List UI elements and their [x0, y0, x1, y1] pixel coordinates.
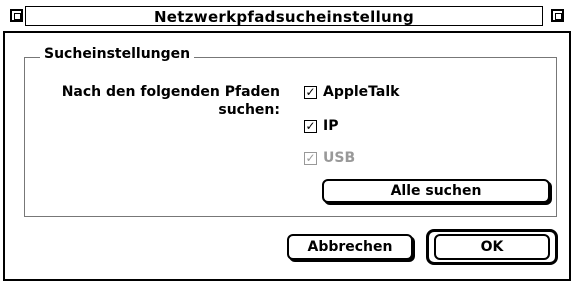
checkbox-label-usb: USB [323, 150, 356, 166]
close-box-icon[interactable] [10, 9, 23, 22]
checkbox-ip[interactable]: ✓ IP [304, 117, 338, 135]
title-bar[interactable]: Netzwerkpfadsucheinstellung [3, 3, 571, 33]
search-all-button[interactable]: Alle suchen [322, 179, 550, 203]
title-box: Netzwerkpfadsucheinstellung [25, 6, 543, 26]
checkbox-label-ip: IP [323, 118, 339, 134]
checkmark-icon[interactable]: ✓ [304, 119, 317, 133]
ok-button[interactable]: OK [434, 234, 550, 260]
cancel-button[interactable]: Abbrechen [287, 234, 413, 260]
zoom-box-icon[interactable] [551, 9, 564, 22]
checkbox-appletalk[interactable]: ✓ AppleTalk [304, 83, 399, 101]
checkmark-icon[interactable]: ✓ [304, 85, 317, 99]
window-title: Netzwerkpfadsucheinstellung [153, 8, 415, 26]
checkbox-usb: ✓ USB [304, 149, 355, 167]
group-title: Sucheinstellungen [40, 46, 195, 62]
search-paths-label: Nach den folgenden Pfaden suchen: [61, 84, 280, 118]
checkbox-label-appletalk: AppleTalk [323, 84, 400, 100]
dialog-window: Netzwerkpfadsucheinstellung Sucheinstell… [0, 0, 576, 285]
checkmark-icon: ✓ [304, 150, 317, 165]
